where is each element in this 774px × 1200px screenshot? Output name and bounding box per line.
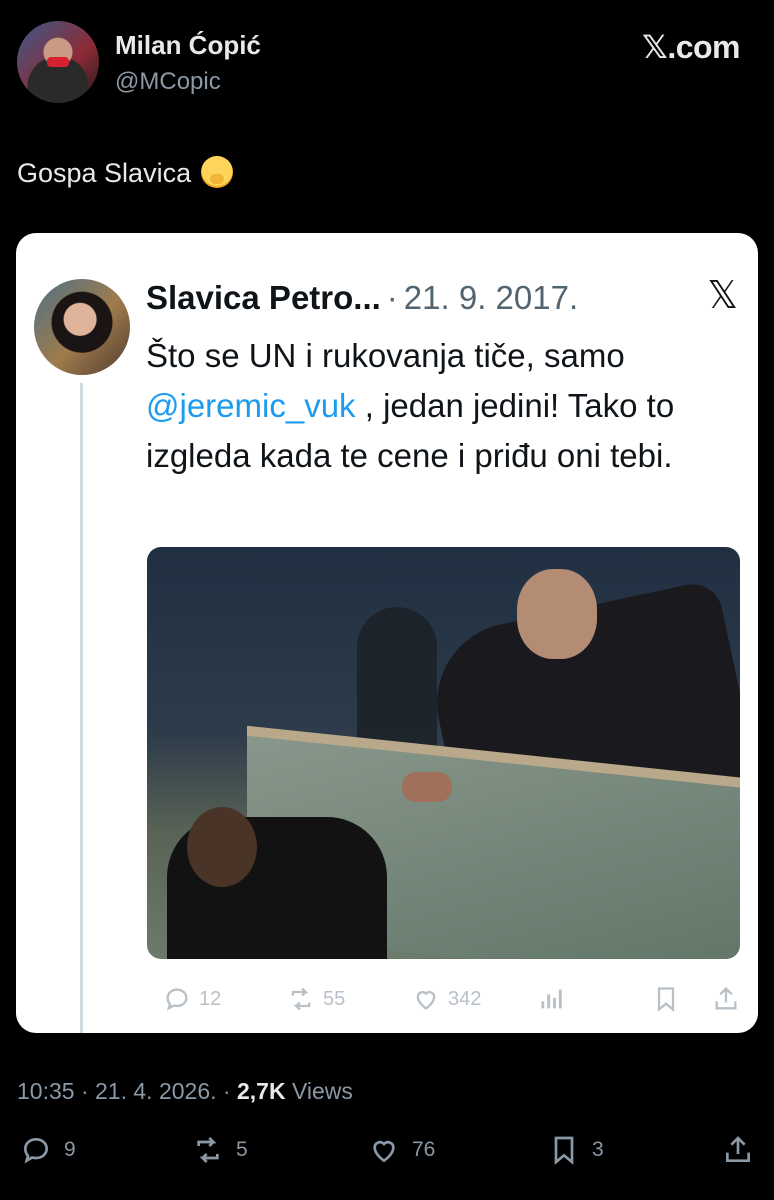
quoted-reply-button[interactable]: 12	[163, 985, 221, 1013]
tweet-header: Milan Ćopić @MCopic 𝕏.com	[0, 0, 774, 130]
heart-icon	[373, 1140, 395, 1163]
retweet-icon	[197, 1137, 219, 1163]
reply-count: 9	[64, 1138, 76, 1161]
quoted-author-name[interactable]: Slavica Petro...	[146, 279, 381, 316]
bookmark-icon	[554, 1136, 574, 1165]
quoted-text-before: Što se UN i rukovanja tiče, samo	[146, 337, 625, 374]
quoted-retweet-button[interactable]: 55	[287, 985, 345, 1013]
quoted-share-button[interactable]	[712, 985, 740, 1013]
quoted-date[interactable]: 21. 9. 2017.	[404, 279, 578, 316]
face-with-hand-over-mouth-icon	[201, 156, 234, 188]
reply-icon	[166, 988, 188, 1011]
bookmark-count: 3	[592, 1138, 604, 1161]
quoted-photo[interactable]	[147, 547, 740, 959]
tweet-time[interactable]: 10:35	[17, 1078, 75, 1104]
share-button[interactable]	[722, 1134, 754, 1166]
author-avatar[interactable]	[17, 21, 99, 103]
views-count: 2,7K	[236, 1078, 286, 1104]
action-bar: 9 5 76 3	[0, 1134, 774, 1174]
heart-icon	[416, 991, 436, 1010]
quoted-reply-count: 12	[199, 987, 222, 1010]
bookmark-icon	[657, 987, 675, 1012]
tweet-date[interactable]: 21. 4. 2026.	[95, 1078, 217, 1104]
retweet-count: 5	[236, 1138, 248, 1161]
quoted-author-avatar[interactable]	[34, 279, 130, 375]
mention-link[interactable]: @jeremic_vuk	[146, 387, 356, 424]
quoted-separator: ·	[386, 279, 398, 316]
share-icon	[715, 986, 737, 1010]
quoted-text: Što se UN i rukovanja tiče, samo @jeremi…	[146, 331, 746, 481]
quoted-like-count: 342	[448, 987, 482, 1010]
meta-separator: ·	[74, 1078, 96, 1104]
quoted-tweet-card[interactable]: Slavica Petro... · 21. 9. 2017. 𝕏 Što se U…	[16, 233, 758, 1033]
tweet-text-content: Gospa Slavica	[17, 158, 192, 188]
quoted-author-line: Slavica Petro... · 21. 9. 2017.	[146, 279, 578, 317]
author-name[interactable]: Milan Ćopić	[115, 30, 261, 61]
meta-separator: ·	[216, 1078, 237, 1104]
retweet-icon	[291, 987, 311, 1011]
quoted-retweet-count: 55	[323, 987, 346, 1010]
retweet-button[interactable]: 5	[192, 1134, 248, 1166]
tweet-text: Gospa Slavica	[17, 156, 234, 189]
thread-line	[80, 383, 83, 1033]
tweet-meta: 10:35 · 21. 4. 2026. · 2,7K Views	[17, 1078, 353, 1105]
bookmark-button[interactable]: 3	[548, 1134, 604, 1166]
quoted-action-bar: 12 55 342	[147, 985, 747, 1021]
reply-icon	[23, 1137, 49, 1164]
share-icon	[726, 1136, 750, 1162]
reply-button[interactable]: 9	[20, 1134, 76, 1166]
views-label: Views	[285, 1078, 353, 1104]
like-button[interactable]: 76	[368, 1134, 435, 1166]
quoted-bookmark-button[interactable]	[652, 985, 680, 1013]
author-handle[interactable]: @MCopic	[115, 68, 221, 96]
x-logo-icon: 𝕏.com	[642, 29, 740, 65]
x-icon: 𝕏	[707, 273, 738, 317]
analytics-icon	[541, 989, 562, 1009]
quoted-views-button[interactable]	[537, 985, 565, 1013]
quoted-like-button[interactable]: 342	[412, 985, 481, 1013]
like-count: 76	[412, 1138, 436, 1161]
